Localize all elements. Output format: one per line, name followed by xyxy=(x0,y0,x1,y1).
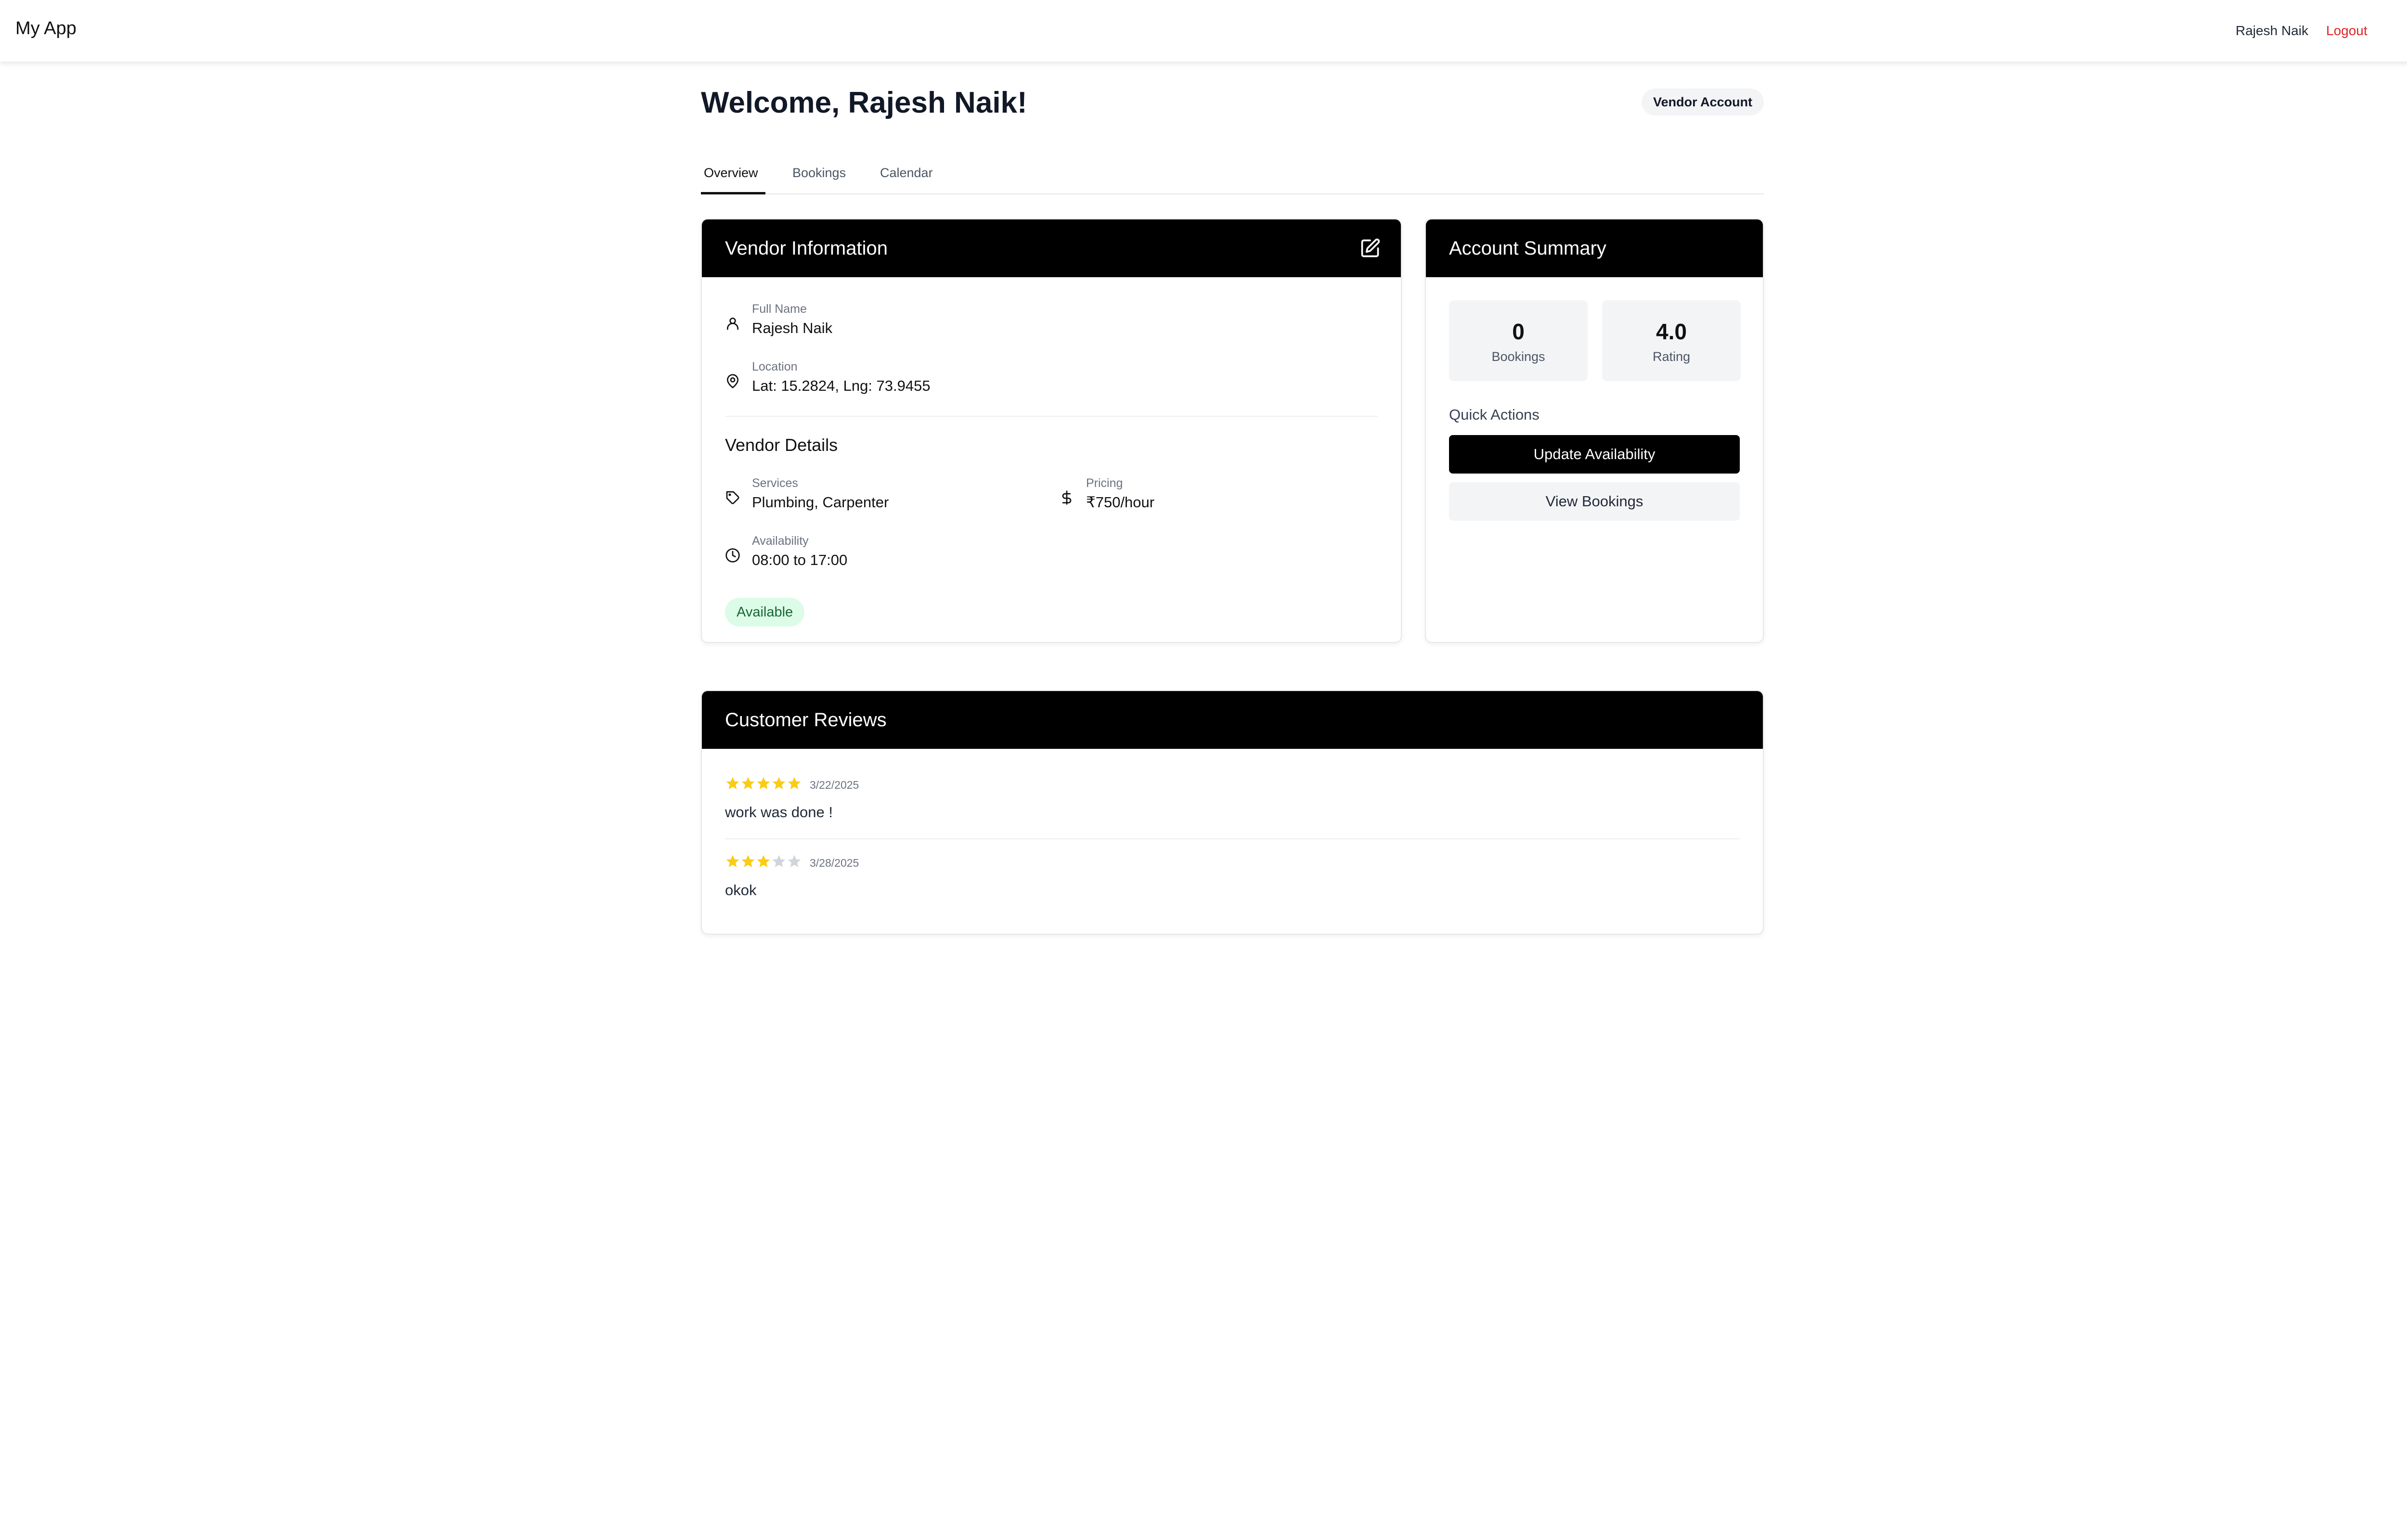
customer-reviews-header: Customer Reviews xyxy=(702,691,1763,749)
clock-icon xyxy=(725,548,740,563)
tab-bar: Overview Bookings Calendar xyxy=(701,158,1764,194)
star-filled-icon xyxy=(772,777,786,789)
review-text: work was done ! xyxy=(725,804,833,821)
page-title: Welcome, Rajesh Naik! xyxy=(701,86,1027,119)
tab-calendar[interactable]: Calendar xyxy=(880,158,933,194)
quick-actions-heading: Quick Actions xyxy=(1449,406,1540,423)
account-summary-title: Account Summary xyxy=(1449,238,1606,259)
vendor-details-title: Vendor Details xyxy=(725,435,838,455)
star-filled-icon xyxy=(757,777,770,789)
rating-stat: 4.0 Rating xyxy=(1602,300,1741,381)
review-item: 3/22/2025 work was done ! xyxy=(725,776,1740,853)
pricing-value: ₹750/hour xyxy=(1086,494,1155,511)
review-date: 3/22/2025 xyxy=(810,779,859,791)
review-item: 3/28/2025 okok xyxy=(725,854,1740,931)
bookings-stat: 0 Bookings xyxy=(1449,300,1588,381)
logout-link[interactable]: Logout xyxy=(2326,23,2368,38)
location-row: Location Lat: 15.2824, Lng: 73.9455 xyxy=(725,360,1110,398)
availability-label: Availability xyxy=(752,534,809,548)
star-filled-icon xyxy=(741,777,755,789)
vendor-information-header: Vendor Information xyxy=(702,219,1401,277)
pricing-label: Pricing xyxy=(1086,476,1123,490)
customer-reviews-title: Customer Reviews xyxy=(725,709,887,731)
services-value: Plumbing, Carpenter xyxy=(752,494,889,511)
tab-overview[interactable]: Overview xyxy=(701,158,765,194)
bookings-stat-label: Bookings xyxy=(1491,349,1545,364)
account-type-badge: Vendor Account xyxy=(1641,89,1764,116)
map-pin-icon xyxy=(727,374,738,388)
location-label: Location xyxy=(752,360,798,373)
vendor-information-card: Vendor Information Full Name Rajesh Naik… xyxy=(701,218,1402,643)
bookings-count: 0 xyxy=(1512,319,1525,344)
vendor-information-title: Vendor Information xyxy=(725,238,888,259)
dollar-icon xyxy=(1062,490,1072,505)
status-badge: Available xyxy=(725,598,805,627)
star-filled-icon xyxy=(757,855,770,867)
top-nav-bar: My App Rajesh Naik Logout xyxy=(0,0,2407,62)
edit-icon[interactable] xyxy=(1359,238,1381,259)
review-text: okok xyxy=(725,882,757,898)
availability-row: Availability 08:00 to 17:00 xyxy=(725,534,1033,573)
location-value: Lat: 15.2824, Lng: 73.9455 xyxy=(752,377,931,394)
star-rating xyxy=(725,776,802,792)
account-summary-card: Account Summary 0 Bookings 4.0 Rating Qu… xyxy=(1425,218,1764,643)
star-empty-icon xyxy=(788,855,801,867)
star-filled-icon xyxy=(741,855,755,867)
review-date: 3/28/2025 xyxy=(810,857,859,869)
pricing-row: Pricing ₹750/hour xyxy=(1059,476,1358,515)
full-name-label: Full Name xyxy=(752,302,807,316)
full-name-row: Full Name Rajesh Naik xyxy=(725,302,1110,341)
rating-stat-label: Rating xyxy=(1652,349,1691,364)
view-bookings-button[interactable]: View Bookings xyxy=(1449,482,1740,521)
user-icon xyxy=(727,318,738,330)
tab-bookings[interactable]: Bookings xyxy=(792,158,846,194)
rating-value: 4.0 xyxy=(1656,319,1687,344)
tag-icon xyxy=(726,491,739,504)
star-filled-icon xyxy=(726,777,739,789)
app-name[interactable]: My App xyxy=(15,18,77,39)
section-divider xyxy=(725,416,1378,417)
services-label: Services xyxy=(752,476,798,490)
availability-value: 08:00 to 17:00 xyxy=(752,552,848,568)
star-filled-icon xyxy=(726,855,739,867)
star-filled-icon xyxy=(788,777,801,789)
services-row: Services Plumbing, Carpenter xyxy=(725,476,1033,515)
star-empty-icon xyxy=(772,855,786,867)
customer-reviews-card: Customer Reviews 3/22/2025 work was done… xyxy=(701,690,1764,935)
review-divider xyxy=(725,838,1740,839)
nav-user-name: Rajesh Naik xyxy=(2236,23,2308,38)
update-availability-button[interactable]: Update Availability xyxy=(1449,435,1740,474)
full-name-value: Rajesh Naik xyxy=(752,320,833,336)
account-summary-header: Account Summary xyxy=(1426,219,1763,277)
star-rating xyxy=(725,854,802,870)
